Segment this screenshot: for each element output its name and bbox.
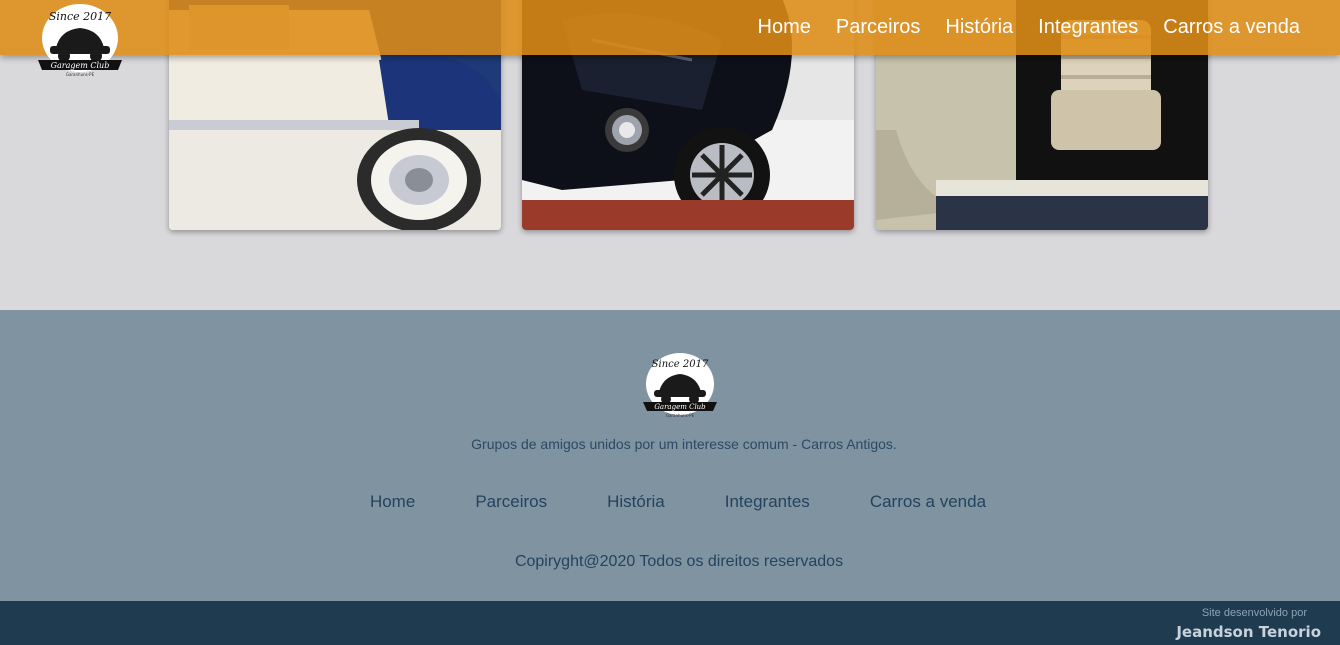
developer-credit-label: Site desenvolvido por: [1201, 607, 1307, 619]
top-navbar: Home Parceiros História Integrantes Carr…: [0, 0, 1340, 55]
svg-text:Garagem Club: Garagem Club: [51, 61, 110, 70]
svg-text:Garagem Club: Garagem Club: [654, 403, 706, 411]
footer: Since 2017 Garagem Club Garanhuns-PE Gru…: [0, 310, 1340, 601]
footer-nav: Home Parceiros História Integrantes Carr…: [0, 492, 1340, 512]
footer-copyright: Copiryght@2020 Todos os direitos reserva…: [514, 553, 844, 570]
garagem-club-logo-icon: Since 2017 Garagem Club Garanhuns-PE: [38, 4, 122, 77]
nav-parceiros[interactable]: Parceiros: [836, 16, 920, 39]
footer-nav-integrantes[interactable]: Integrantes: [725, 492, 810, 512]
svg-text:Since 2017: Since 2017: [49, 10, 111, 23]
main-nav: Home Parceiros História Integrantes Carr…: [733, 0, 1300, 55]
developer-credit-bar: Site desenvolvido por Jeandson Tenorio: [0, 601, 1340, 645]
nav-home[interactable]: Home: [758, 16, 811, 39]
footer-nav-carros-a-venda[interactable]: Carros a venda: [870, 492, 986, 512]
footer-tagline: Grupos de amigos unidos por um interesse…: [471, 436, 897, 452]
svg-text:Garanhuns-PE: Garanhuns-PE: [66, 72, 95, 77]
header-logo[interactable]: Since 2017 Garagem Club Garanhuns-PE: [34, 2, 126, 78]
nav-integrantes[interactable]: Integrantes: [1038, 16, 1138, 39]
footer-nav-parceiros[interactable]: Parceiros: [475, 492, 547, 512]
svg-text:Garanhuns-PE: Garanhuns-PE: [666, 413, 695, 418]
footer-nav-home[interactable]: Home: [370, 492, 415, 512]
nav-carros-a-venda[interactable]: Carros a venda: [1163, 16, 1300, 39]
svg-text:Since 2017: Since 2017: [652, 359, 709, 370]
nav-historia[interactable]: História: [945, 16, 1013, 39]
footer-logo[interactable]: Since 2017 Garagem Club Garanhuns-PE: [640, 350, 720, 420]
developer-credit-link[interactable]: Jeandson Tenorio: [1176, 623, 1321, 641]
footer-nav-historia[interactable]: História: [607, 492, 665, 512]
garagem-club-logo-icon: Since 2017 Garagem Club Garanhuns-PE: [643, 353, 717, 418]
